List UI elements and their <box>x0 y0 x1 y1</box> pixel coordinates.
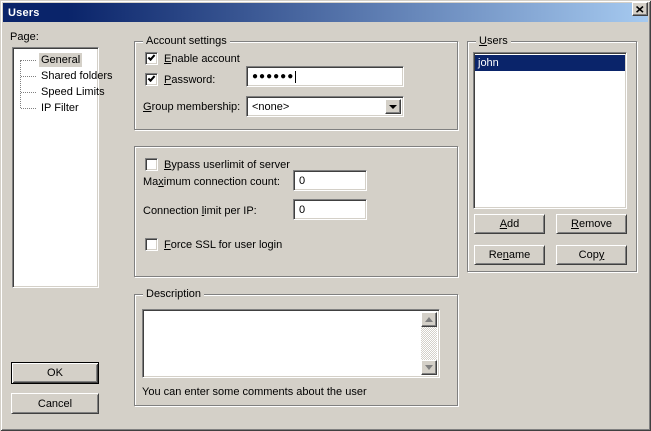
ok-button[interactable]: OK <box>11 362 99 384</box>
tree-item-speed-limits[interactable]: Speed Limits <box>14 84 97 100</box>
user-name: john <box>478 57 499 69</box>
scroll-down-button[interactable] <box>421 360 437 375</box>
group-membership-value: <none> <box>252 101 289 113</box>
connection-limit-per-ip-value: 0 <box>299 204 305 216</box>
max-connection-count-input[interactable]: 0 <box>293 170 367 191</box>
users-group-title: Users <box>476 35 511 47</box>
bypass-userlimit-checkbox[interactable] <box>145 158 158 171</box>
tree-item-label: General <box>39 53 82 67</box>
description-title: Description <box>143 288 204 300</box>
description-hint: You can enter some comments about the us… <box>142 386 367 398</box>
bypass-userlimit-label[interactable]: Bypass userlimit of server <box>164 159 290 171</box>
rename-button[interactable]: Rename <box>474 245 545 265</box>
dropdown-button[interactable] <box>385 99 401 114</box>
force-ssl-checkbox[interactable] <box>145 238 158 251</box>
group-membership-label: Group membership: <box>143 101 240 113</box>
enable-account-checkbox[interactable] <box>145 52 158 65</box>
page-label: Page: <box>10 31 39 43</box>
arrow-up-icon <box>425 317 433 322</box>
password-input[interactable]: ●●●●●● <box>246 66 404 87</box>
window-title: Users <box>3 7 40 19</box>
group-membership-select[interactable]: <none> <box>246 96 404 117</box>
users-dialog: Users Page: General Shared folders Speed… <box>0 0 651 431</box>
enable-account-label[interactable]: Enable account <box>164 53 240 65</box>
close-icon <box>636 6 644 13</box>
force-ssl-label[interactable]: Force SSL for user login <box>164 239 282 251</box>
add-button[interactable]: Add <box>474 214 545 234</box>
chevron-down-icon <box>389 105 397 109</box>
scroll-up-button[interactable] <box>421 312 437 327</box>
max-connection-count-value: 0 <box>299 175 305 187</box>
tree-item-general[interactable]: General <box>14 52 97 68</box>
remove-button[interactable]: Remove <box>556 214 627 234</box>
account-settings-title: Account settings <box>143 35 230 47</box>
user-list-item-john[interactable]: john <box>475 55 625 71</box>
password-label[interactable]: Password: <box>164 74 215 86</box>
password-value: ●●●●●● <box>252 71 294 82</box>
max-connection-count-label: Maximum connection count: <box>143 176 280 188</box>
connection-limit-per-ip-label: Connection limit per IP: <box>143 205 257 217</box>
users-list[interactable]: john <box>473 52 627 209</box>
description-textarea[interactable] <box>142 309 440 378</box>
tree-item-ip-filter[interactable]: IP Filter <box>14 100 97 116</box>
tree-item-label: Shared folders <box>39 69 115 83</box>
check-icon <box>148 74 156 82</box>
copy-button[interactable]: Copy <box>556 245 627 265</box>
tree-item-label: IP Filter <box>39 101 81 115</box>
password-checkbox[interactable] <box>145 73 158 86</box>
description-scrollbar[interactable] <box>421 312 437 375</box>
page-tree[interactable]: General Shared folders Speed Limits IP F… <box>12 47 99 288</box>
connection-limit-per-ip-input[interactable]: 0 <box>293 199 367 220</box>
titlebar[interactable]: Users <box>3 3 648 22</box>
tree-item-label: Speed Limits <box>39 85 107 99</box>
close-button[interactable] <box>632 2 648 16</box>
text-caret <box>295 71 296 83</box>
check-icon <box>148 53 156 61</box>
tree-item-shared-folders[interactable]: Shared folders <box>14 68 97 84</box>
arrow-down-icon <box>425 365 433 370</box>
cancel-button[interactable]: Cancel <box>11 393 99 414</box>
